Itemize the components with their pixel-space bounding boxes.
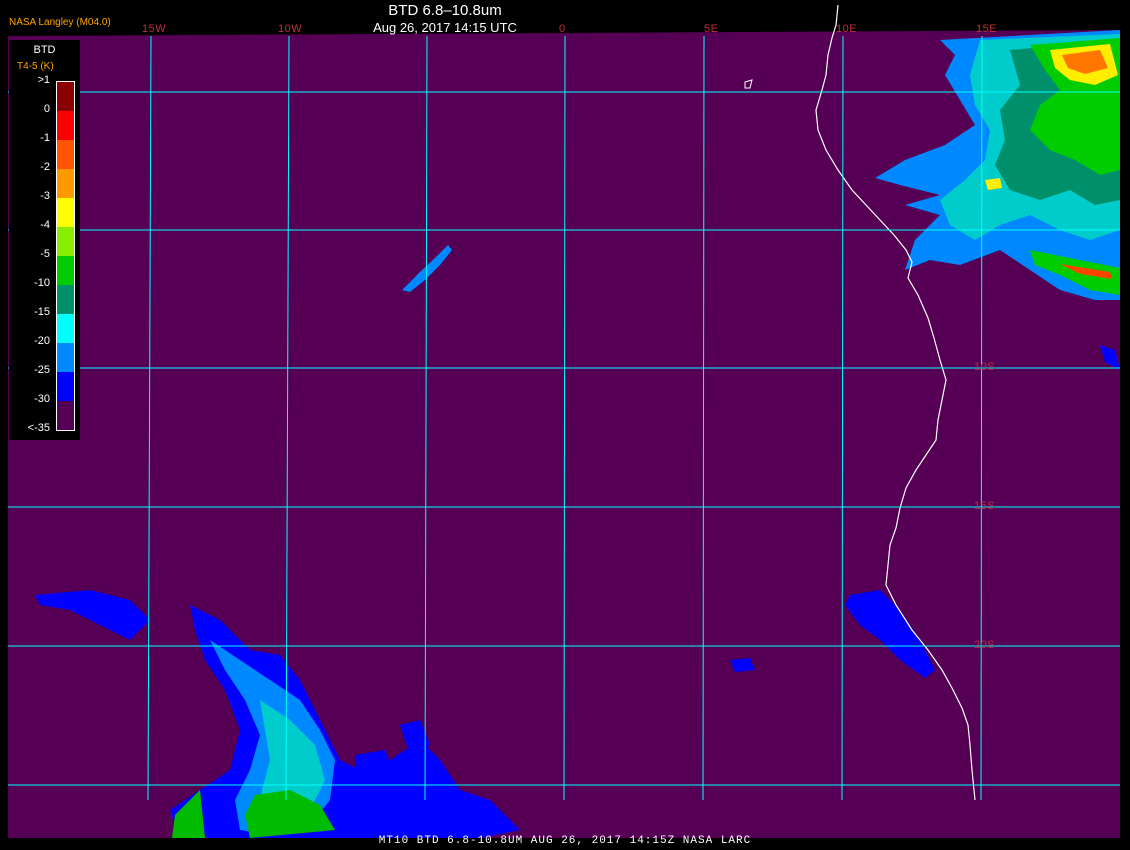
legend-label: -10: [34, 277, 50, 289]
credit-label: NASA Langley (M04.0): [9, 17, 111, 28]
legend-label: <-35: [27, 422, 50, 434]
legend-swatch: [57, 343, 74, 372]
color-legend: BTD T4-5 (K) >1 0 -1 -2 -3 -4 -5 -10 -15 -20 -25 -3…: [9, 40, 80, 440]
legend-label: -25: [34, 364, 50, 376]
legend-label: -20: [34, 335, 50, 347]
lon-label-10w: 10W: [278, 23, 303, 35]
legend-label: >1: [37, 74, 50, 86]
legend-swatch: [57, 198, 74, 227]
ne-cloud-yellow-2: [985, 178, 1002, 190]
legend-swatch: [57, 314, 74, 343]
lon-label-15w: 15W: [142, 23, 167, 35]
legend-label: -3: [40, 190, 50, 202]
btd-satellite-map: [8, 4, 1120, 838]
legend-swatch: [57, 227, 74, 256]
legend-label: 0: [43, 103, 50, 115]
satellite-image-viewer: BTD 6.8–10.8um Aug 26, 2017 14:15 UTC NA…: [0, 0, 1130, 850]
legend-label: -15: [34, 306, 50, 318]
lon-label-15e: 15E: [976, 23, 998, 35]
legend-label: -30: [34, 393, 50, 405]
legend-label: -2: [40, 161, 50, 173]
legend-swatch: [57, 140, 74, 169]
legend-swatch: [57, 256, 74, 285]
lon-label-5e: 5E: [704, 23, 719, 35]
image-datetime: Aug 26, 2017 14:15 UTC: [373, 20, 517, 35]
legend-swatch: [57, 285, 74, 314]
legend-label: -4: [40, 219, 50, 231]
legend-swatch: [57, 82, 74, 111]
legend-swatch: [57, 401, 74, 430]
lat-label-10s: 10S: [974, 361, 996, 373]
lon-label-0: 0: [559, 23, 566, 35]
legend-title: BTD: [33, 44, 56, 56]
legend-label: -5: [40, 248, 50, 260]
legend-label: -1: [40, 132, 50, 144]
image-title: BTD 6.8–10.8um: [388, 2, 502, 19]
legend-swatch: [57, 372, 74, 401]
legend-swatch: [57, 169, 74, 198]
legend-swatch: [57, 111, 74, 140]
footer-caption: MT10 BTD 6.8-10.8UM AUG 26, 2017 14:15Z …: [378, 835, 752, 847]
legend-colorbar: [56, 81, 75, 431]
lat-label-15s: 15S: [974, 500, 996, 512]
lat-label-20s: 20S: [974, 639, 996, 651]
lon-label-10e: 10E: [836, 23, 858, 35]
legend-units: T4-5 (K): [17, 61, 54, 72]
